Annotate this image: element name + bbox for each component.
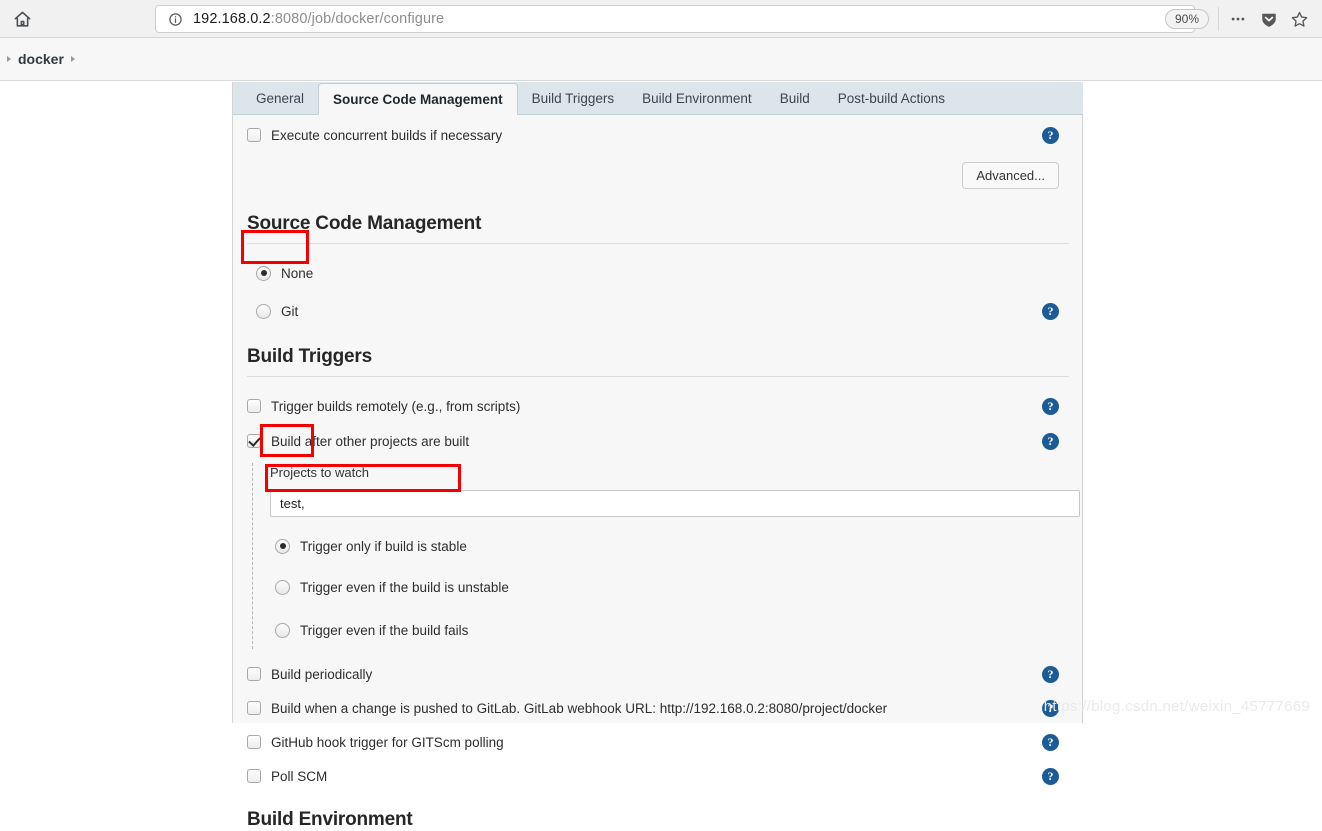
gitlab-push-checkbox[interactable] [247,701,261,715]
info-circle-icon[interactable] [167,11,183,27]
tab-general[interactable]: General [242,83,318,114]
poll-scm-row[interactable]: Poll SCM ? [247,763,1069,789]
help-icon[interactable]: ? [1042,302,1059,320]
breadcrumb-item-docker[interactable]: docker [18,51,64,67]
github-hook-label: GitHub hook trigger for GITScm polling [271,734,504,750]
tab-source-code-management[interactable]: Source Code Management [318,83,518,115]
scm-none-label: None [281,265,314,281]
trigger-unstable-row[interactable]: Trigger even if the build is unstable [270,574,1069,600]
concurrent-builds-checkbox[interactable] [247,128,261,142]
help-icon[interactable]: ? [1042,397,1059,415]
scm-option-none[interactable]: None [247,260,1069,286]
bookmark-star-icon[interactable] [1285,6,1313,32]
advanced-button-row: Advanced... [247,162,1069,192]
trigger-fails-row[interactable]: Trigger even if the build fails [270,617,1069,643]
help-icon[interactable]: ? [1042,665,1059,683]
trigger-unstable-label: Trigger even if the build is unstable [300,579,509,595]
config-form: Execute concurrent builds if necessary ?… [233,116,1083,830]
zoom-level-badge[interactable]: 90% [1164,9,1209,29]
gitlab-push-row[interactable]: Build when a change is pushed to GitLab.… [247,695,1069,721]
breadcrumb: docker [0,38,1322,81]
config-tabbar: General Source Code Management Build Tri… [233,82,1083,115]
tab-build-triggers[interactable]: Build Triggers [518,83,629,114]
tab-build-environment[interactable]: Build Environment [628,83,766,114]
trigger-stable-label: Trigger only if build is stable [300,538,467,554]
ellipsis-icon[interactable] [1224,6,1252,32]
build-periodically-checkbox[interactable] [247,667,261,681]
breadcrumb-arrow-icon[interactable] [70,56,75,62]
trigger-unstable-radio[interactable] [275,579,290,595]
build-environment-section-title: Build Environment [247,809,413,830]
build-after-projects-checkbox[interactable] [247,434,261,448]
help-icon[interactable]: ? [1042,126,1059,144]
github-hook-checkbox[interactable] [247,735,261,749]
github-hook-row[interactable]: GitHub hook trigger for GITScm polling ? [247,729,1069,755]
trigger-remotely-label: Trigger builds remotely (e.g., from scri… [271,398,521,414]
scm-git-label: Git [281,303,299,319]
scm-option-git[interactable]: Git ? [247,298,1069,324]
page-body: General Source Code Management Build Tri… [0,82,1322,830]
watermark: https://blog.csdn.net/weixin_45777669 [1043,698,1310,715]
advanced-button[interactable]: Advanced... [962,162,1059,189]
scm-git-radio[interactable] [256,303,271,319]
browser-toolbar: 192.168.0.2:8080/job/docker/configure 90… [0,0,1322,38]
tab-post-build-actions[interactable]: Post-build Actions [824,83,959,114]
projects-to-watch-label: Projects to watch [270,465,369,480]
poll-scm-label: Poll SCM [271,768,328,784]
section-divider [247,376,1069,377]
scm-section: Source Code Management None Git ? [247,213,1069,324]
config-content-panel: General Source Code Management Build Tri… [232,82,1083,830]
build-after-projects-row[interactable]: Build after other projects are built ? [247,428,1069,454]
left-margin [0,82,232,723]
scm-none-radio[interactable] [256,265,271,281]
trigger-fails-label: Trigger even if the build fails [300,622,469,638]
trigger-remotely-checkbox[interactable] [247,399,261,413]
scm-section-title: Source Code Management [247,213,482,234]
trigger-fails-radio[interactable] [275,622,290,638]
help-icon[interactable]: ? [1042,733,1059,751]
url-path: :8080/job/docker/configure [270,11,445,27]
trigger-stable-row[interactable]: Trigger only if build is stable [270,533,1069,559]
url-host: 192.168.0.2 [193,11,271,27]
address-bar[interactable]: 192.168.0.2:8080/job/docker/configure [155,5,1195,33]
tab-build[interactable]: Build [766,83,824,114]
breadcrumb-arrow-icon [7,56,11,62]
concurrent-builds-label: Execute concurrent builds if necessary [271,127,503,143]
toolbar-divider [1218,7,1219,31]
build-after-projects-details: Projects to watch test, Trigger only if … [252,463,1080,649]
home-icon[interactable] [6,4,38,34]
projects-to-watch-input[interactable]: test, [270,490,1080,517]
build-periodically-row[interactable]: Build periodically ? [247,661,1069,687]
trigger-remotely-row[interactable]: Trigger builds remotely (e.g., from scri… [247,393,1069,419]
build-periodically-label: Build periodically [271,666,373,682]
build-after-projects-label: Build after other projects are built [271,433,470,449]
help-icon[interactable]: ? [1042,432,1059,450]
gitlab-push-label: Build when a change is pushed to GitLab.… [271,700,888,716]
trigger-stable-radio[interactable] [275,538,290,554]
right-margin [1084,82,1322,723]
build-environment-section: Build Environment [247,809,1069,831]
help-icon[interactable]: ? [1042,767,1059,785]
concurrent-builds-row[interactable]: Execute concurrent builds if necessary ? [247,122,1069,148]
pocket-shield-icon[interactable] [1255,6,1283,32]
poll-scm-checkbox[interactable] [247,769,261,783]
url-text: 192.168.0.2:8080/job/docker/configure [193,11,444,27]
section-divider [247,243,1069,244]
build-triggers-section-title: Build Triggers [247,346,372,367]
